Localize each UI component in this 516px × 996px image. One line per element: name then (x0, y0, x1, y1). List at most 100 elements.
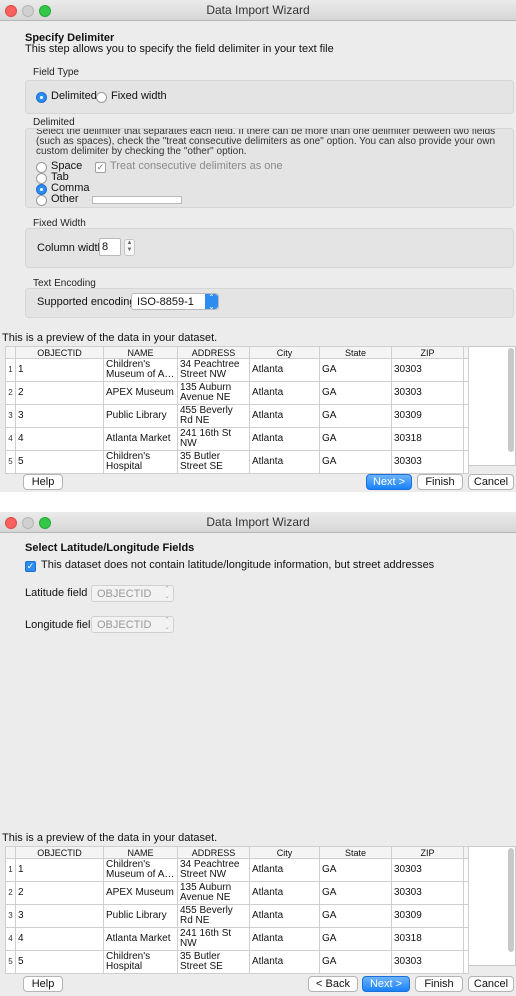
column-header[interactable]: OBJECTID (15, 846, 104, 859)
column-width-input[interactable]: 8 (99, 238, 121, 256)
preview-label: This is a preview of the data in your da… (2, 832, 218, 844)
column-header[interactable]: City (249, 846, 320, 859)
column-header[interactable]: ADDRESS (177, 346, 250, 359)
column-header-filler (463, 846, 469, 859)
column-header[interactable]: NAME (103, 346, 178, 359)
encoding-select[interactable]: ISO-8859-1 ⌃ ⌄ (131, 293, 219, 311)
fixed-width-radio[interactable] (96, 92, 107, 103)
table-cell: Public Library (103, 404, 178, 428)
table-row[interactable]: 3 3 Public Library 455 Beverly Rd NE Atlanta… (5, 904, 469, 928)
street-address-checkbox-label[interactable]: This dataset does not contain latitude/l… (41, 559, 434, 571)
step-description: This step allows you to specify the fiel… (25, 43, 334, 55)
delimited-radio[interactable] (36, 92, 47, 103)
table-cell-filler (463, 427, 469, 451)
table-cell: Atlanta (249, 858, 320, 882)
row-number: 3 (5, 404, 16, 428)
delimiter-instructions: Select the delimiter that separates each… (36, 128, 496, 157)
column-header[interactable]: City (249, 346, 320, 359)
next-button[interactable]: Next > (362, 976, 410, 992)
delimited-radio-label[interactable]: Delimited (51, 90, 97, 102)
table-cell: 241 16th St NW (177, 427, 250, 451)
column-header[interactable]: ADDRESS (177, 846, 250, 859)
table-cell: 30303 (391, 881, 464, 905)
table-cell: Atlanta Market (103, 927, 178, 951)
column-width-stepper[interactable]: ▲ ▼ (124, 239, 135, 256)
supported-encodings-label: Supported encodings (37, 296, 141, 308)
finish-button[interactable]: Finish (417, 474, 463, 490)
longitude-field-select[interactable]: OBJECTID ⌃ ⌄ (91, 616, 174, 633)
delimited-group-label: Delimited (33, 117, 75, 128)
table-cell-filler (463, 450, 469, 474)
table-cell: 4 (15, 427, 104, 451)
title-bar[interactable]: Data Import Wizard (0, 0, 516, 21)
table-cell: 1 (15, 358, 104, 382)
consecutive-delimiters-label[interactable]: Treat consecutive delimiters as one (110, 160, 283, 172)
table-cell: GA (319, 358, 392, 382)
column-width-label: Column width (37, 242, 104, 254)
other-radio[interactable] (36, 195, 47, 206)
table-cell: APEX Museum (103, 381, 178, 405)
back-button[interactable]: < Back (308, 976, 358, 992)
other-delimiter-input[interactable] (92, 196, 182, 204)
table-header-row: OBJECTID NAME ADDRESS City State ZIP (5, 846, 469, 859)
table-cell: 135 Auburn Avenue NE (177, 881, 250, 905)
column-header[interactable]: State (319, 346, 392, 359)
table-cell: 135 Auburn Avenue NE (177, 381, 250, 405)
cancel-button[interactable]: Cancel (468, 474, 514, 490)
column-header[interactable]: NAME (103, 846, 178, 859)
latitude-field-select[interactable]: OBJECTID ⌃ ⌄ (91, 585, 174, 602)
table-cell: Atlanta Market (103, 427, 178, 451)
next-button[interactable]: Next > (366, 474, 412, 490)
table-cell: 3 (15, 904, 104, 928)
table-row[interactable]: 3 3 Public Library 455 Beverly Rd NE Atlanta… (5, 404, 469, 428)
preview-scrollbar[interactable] (508, 848, 514, 952)
wizard-window-latlong: Data Import Wizard Select Latitude/Longi… (0, 512, 516, 996)
row-number: 3 (5, 904, 16, 928)
street-address-checkbox[interactable]: ✓ (25, 561, 36, 572)
preview-scrollbar[interactable] (508, 348, 514, 452)
row-number-header (5, 346, 16, 359)
space-radio[interactable] (36, 162, 47, 173)
preview-label: This is a preview of the data in your da… (2, 332, 218, 344)
table-row[interactable]: 1 1 Children's Museum of A… 34 Peachtree St… (5, 358, 469, 382)
table-cell: GA (319, 950, 392, 974)
cancel-button[interactable]: Cancel (468, 976, 514, 992)
row-number: 1 (5, 358, 16, 382)
table-cell: GA (319, 450, 392, 474)
other-radio-label[interactable]: Other (51, 193, 79, 205)
table-row[interactable]: 2 2 APEX Museum 135 Auburn Avenue NE Atlanta… (5, 881, 469, 905)
table-cell: Children's Hospital (103, 450, 178, 474)
table-cell: Atlanta (249, 450, 320, 474)
column-header[interactable]: ZIP (391, 846, 464, 859)
comma-radio[interactable] (36, 184, 47, 195)
fixed-width-radio-label[interactable]: Fixed width (111, 90, 167, 102)
help-button[interactable]: Help (23, 474, 63, 490)
row-number: 5 (5, 450, 16, 474)
table-cell: 30309 (391, 904, 464, 928)
table-row[interactable]: 1 1 Children's Museum of A… 34 Peachtree St… (5, 858, 469, 882)
row-number: 2 (5, 881, 16, 905)
preview-table: OBJECTID NAME ADDRESS City State ZIP 1 1 Childr… (5, 846, 469, 974)
tab-radio[interactable] (36, 173, 47, 184)
table-cell: 30303 (391, 358, 464, 382)
table-cell: APEX Museum (103, 881, 178, 905)
table-cell: 2 (15, 881, 104, 905)
column-header[interactable]: ZIP (391, 346, 464, 359)
table-cell: 30303 (391, 450, 464, 474)
help-button[interactable]: Help (23, 976, 63, 992)
field-type-group: Delimited Fixed width (25, 80, 514, 114)
finish-button[interactable]: Finish (415, 976, 463, 992)
table-cell-filler (463, 881, 469, 905)
table-row[interactable]: 5 5 Children's Hospital 35 Butler Street SE… (5, 450, 469, 474)
column-header[interactable]: State (319, 846, 392, 859)
table-row[interactable]: 4 4 Atlanta Market 241 16th St NW Atlanta GA 3… (5, 927, 469, 951)
table-row[interactable]: 4 4 Atlanta Market 241 16th St NW Atlanta GA 3… (5, 427, 469, 451)
table-cell: 35 Butler Street SE (177, 450, 250, 474)
table-cell-filler (463, 381, 469, 405)
title-bar[interactable]: Data Import Wizard (0, 512, 516, 533)
table-row[interactable]: 5 5 Children's Hospital 35 Butler Street SE… (5, 950, 469, 974)
table-cell: GA (319, 381, 392, 405)
column-header[interactable]: OBJECTID (15, 346, 104, 359)
consecutive-delimiters-checkbox[interactable]: ✓ (95, 162, 106, 173)
table-row[interactable]: 2 2 APEX Museum 135 Auburn Avenue NE Atlanta… (5, 381, 469, 405)
